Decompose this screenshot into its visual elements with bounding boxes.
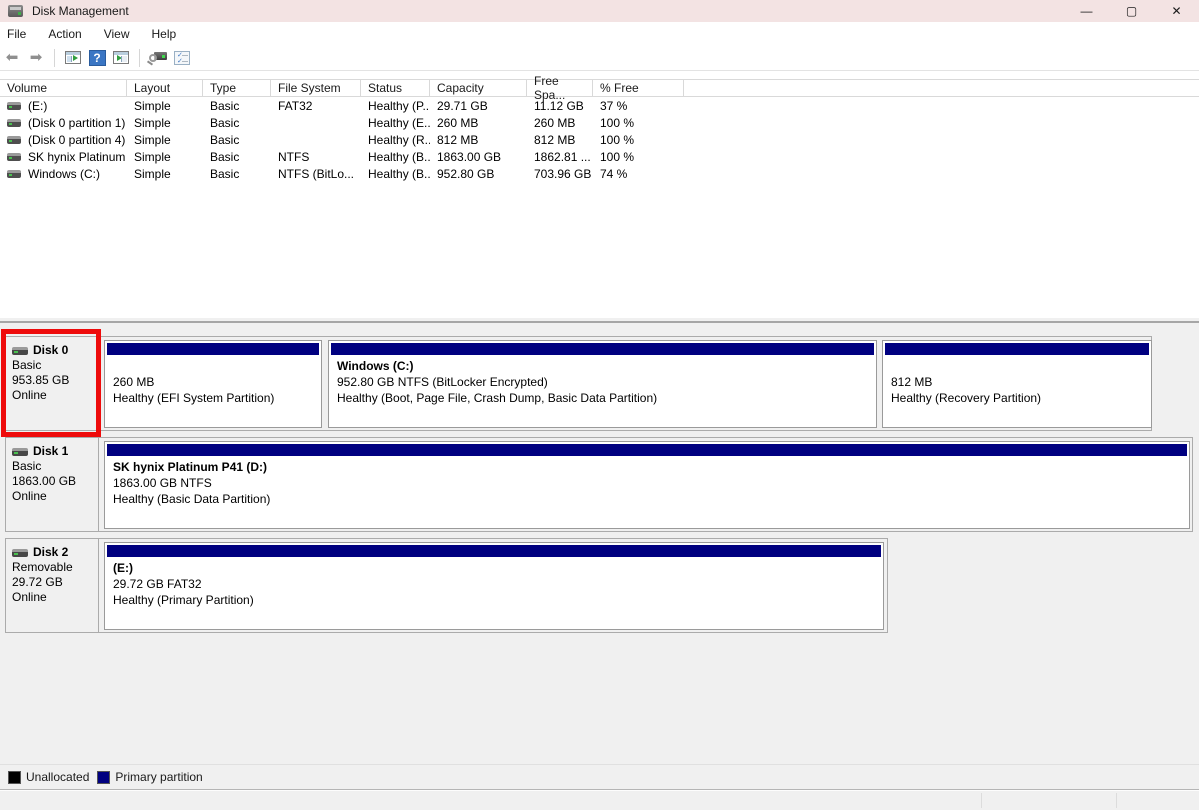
menu-view[interactable]: View <box>93 27 141 41</box>
disk-icon <box>12 549 28 557</box>
column-header-layout[interactable]: Layout <box>127 80 203 96</box>
partition-recovery[interactable]: 812 MB Healthy (Recovery Partition) <box>882 340 1152 428</box>
disk-row-2: Disk 2 Removable 29.72 GB Online (E:) 29… <box>5 538 888 633</box>
volume-icon <box>7 136 21 144</box>
unallocated-swatch <box>8 771 21 784</box>
primary-partition-swatch <box>97 771 110 784</box>
menu-action[interactable]: Action <box>37 27 92 41</box>
volume-icon <box>7 102 21 110</box>
disk1-label[interactable]: Disk 1 Basic 1863.00 GB Online <box>6 438 99 531</box>
toolbar: ⬅ ➡ ? ✓✓ <box>0 45 1199 71</box>
disk-kind: Basic <box>12 459 98 474</box>
column-header-status[interactable]: Status <box>361 80 430 96</box>
volume-icon <box>7 170 21 178</box>
column-header-type[interactable]: Type <box>203 80 271 96</box>
forward-icon[interactable]: ➡ <box>24 47 48 69</box>
partition-color-bar <box>107 545 881 557</box>
maximize-button[interactable]: ▢ <box>1109 0 1154 22</box>
disk-kind: Removable <box>12 560 98 575</box>
disk0-label[interactable]: Disk 0 Basic 953.85 GB Online <box>6 337 99 430</box>
disk-properties-icon[interactable] <box>146 47 170 69</box>
legend-bar: Unallocated Primary partition <box>0 764 1199 789</box>
statusbar-separator <box>981 793 982 808</box>
column-header-file-system[interactable]: File System <box>271 80 361 96</box>
toolbar-separator <box>139 49 140 67</box>
disk-size: 953.85 GB <box>12 373 98 388</box>
task-list-icon[interactable]: ✓✓ <box>170 47 194 69</box>
disk-icon <box>12 448 28 456</box>
menu-bar: File Action View Help <box>0 22 1199 45</box>
partition-windows-c[interactable]: Windows (C:) 952.80 GB NTFS (BitLocker E… <box>328 340 877 428</box>
column-header-pct-free[interactable]: % Free <box>593 80 684 96</box>
partition-color-bar <box>331 343 874 355</box>
toolbar-separator <box>54 49 55 67</box>
disk-state: Online <box>12 489 98 504</box>
column-header-capacity[interactable]: Capacity <box>430 80 527 96</box>
disk-size: 29.72 GB <box>12 575 98 590</box>
minimize-button[interactable]: — <box>1064 0 1109 22</box>
menu-help[interactable]: Help <box>141 27 188 41</box>
title-bar: Disk Management — ▢ ✕ <box>0 0 1199 22</box>
action-pane-icon[interactable] <box>109 47 133 69</box>
menu-file[interactable]: File <box>0 27 37 41</box>
close-button[interactable]: ✕ <box>1154 0 1199 22</box>
statusbar-separator <box>1116 793 1117 808</box>
table-row[interactable]: Windows (C:) Simple Basic NTFS (BitLo...… <box>0 165 1199 182</box>
disk-row-1: Disk 1 Basic 1863.00 GB Online SK hynix … <box>5 437 1193 532</box>
partition-color-bar <box>107 444 1187 456</box>
disk-state: Online <box>12 388 98 403</box>
console-tree-icon[interactable] <box>61 47 85 69</box>
back-icon[interactable]: ⬅ <box>0 47 24 69</box>
volume-icon <box>7 119 21 127</box>
pane-splitter[interactable] <box>0 318 1199 326</box>
partition-e-drive[interactable]: (E:) 29.72 GB FAT32 Healthy (Primary Par… <box>104 542 884 630</box>
legend-item-primary-partition: Primary partition <box>97 770 202 784</box>
help-icon[interactable]: ? <box>85 47 109 69</box>
column-header-blank <box>684 80 1199 96</box>
disk2-label[interactable]: Disk 2 Removable 29.72 GB Online <box>6 539 99 632</box>
table-row[interactable]: SK hynix Platinum ... Simple Basic NTFS … <box>0 148 1199 165</box>
volume-list-header: Volume Layout Type File System Status Ca… <box>0 79 1199 97</box>
partition-d-drive[interactable]: SK hynix Platinum P41 (D:) 1863.00 GB NT… <box>104 441 1190 529</box>
table-row[interactable]: (Disk 0 partition 1) Simple Basic Health… <box>0 114 1199 131</box>
disk-management-window: Disk Management — ▢ ✕ File Action View H… <box>0 0 1199 810</box>
status-bar <box>0 789 1199 810</box>
column-header-volume[interactable]: Volume <box>0 80 127 96</box>
table-row[interactable]: (Disk 0 partition 4) Simple Basic Health… <box>0 131 1199 148</box>
disk-size: 1863.00 GB <box>12 474 98 489</box>
app-icon <box>8 5 23 17</box>
partition-efi[interactable]: 260 MB Healthy (EFI System Partition) <box>104 340 322 428</box>
legend-item-unallocated: Unallocated <box>8 770 89 784</box>
column-header-free-space[interactable]: Free Spa... <box>527 80 593 96</box>
disk-row-0: Disk 0 Basic 953.85 GB Online 260 MB Hea… <box>5 336 1152 431</box>
volume-list: Volume Layout Type File System Status Ca… <box>0 72 1199 318</box>
disk-icon <box>12 347 28 355</box>
window-title: Disk Management <box>32 4 129 18</box>
disk-state: Online <box>12 590 98 605</box>
volume-icon <box>7 153 21 161</box>
disk-graphical-view: Disk 0 Basic 953.85 GB Online 260 MB Hea… <box>0 326 1199 764</box>
disk-kind: Basic <box>12 358 98 373</box>
partition-color-bar <box>107 343 319 355</box>
partition-color-bar <box>885 343 1149 355</box>
table-row[interactable]: (E:) Simple Basic FAT32 Healthy (P... 29… <box>0 97 1199 114</box>
